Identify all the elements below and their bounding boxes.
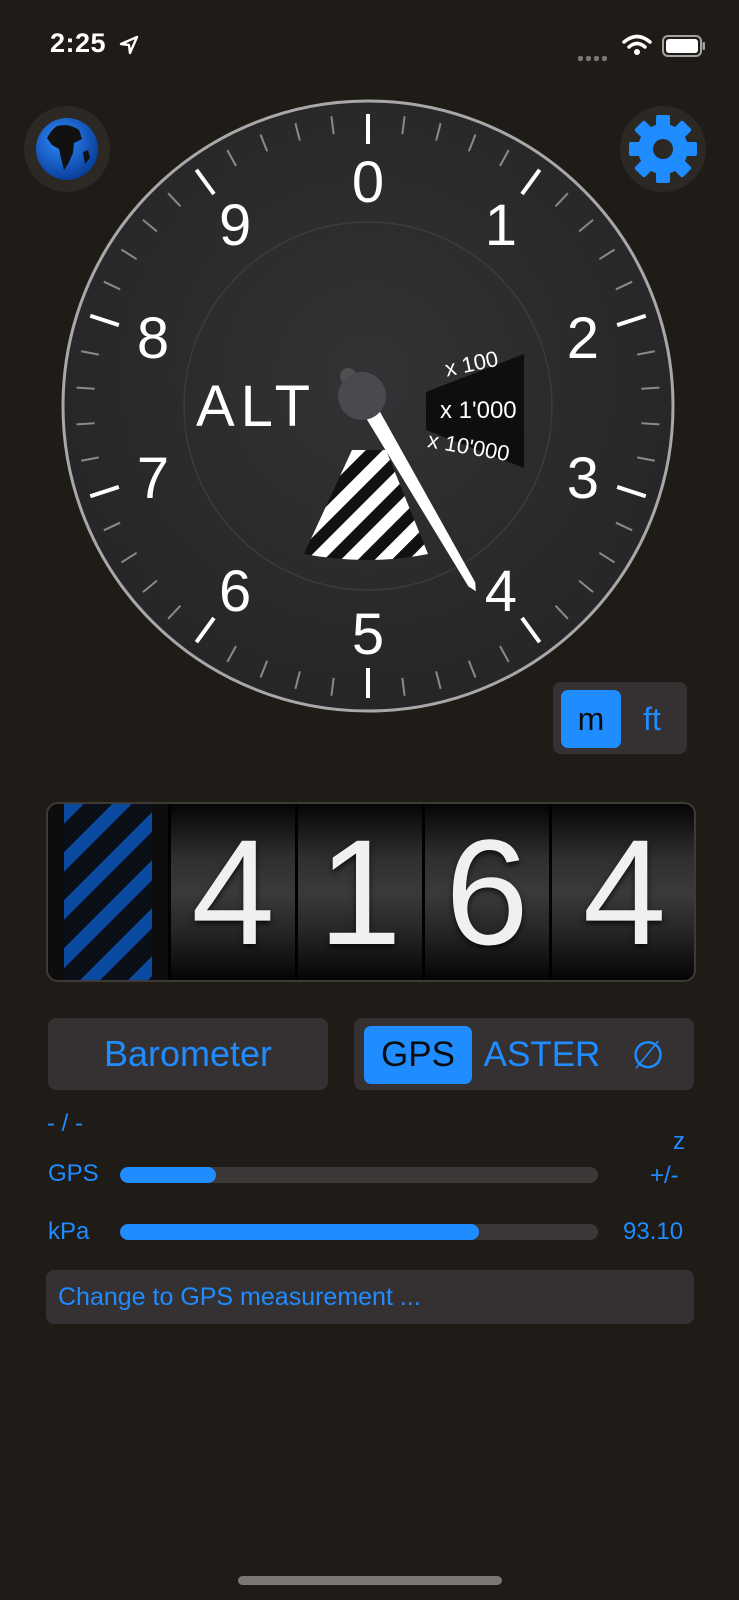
altitude-odometer: 4 1 6 4 bbox=[46, 802, 696, 982]
home-indicator[interactable] bbox=[238, 1576, 502, 1585]
multiplier-1000: x 1'000 bbox=[440, 397, 517, 424]
battery-icon bbox=[662, 35, 705, 57]
digit-ones: 4 bbox=[549, 804, 694, 980]
source-segmented-control: GPS ASTER ∅ bbox=[354, 1018, 694, 1090]
status-time: 2:25 bbox=[50, 28, 107, 58]
location-arrow-icon bbox=[119, 35, 139, 55]
status-message[interactable]: Change to GPS measurement ... bbox=[46, 1270, 694, 1324]
dial-number-8: 8 bbox=[137, 306, 169, 371]
gps-accuracy-bar bbox=[120, 1167, 598, 1183]
kpa-label: kPa bbox=[48, 1218, 90, 1245]
source-gps-button[interactable]: GPS bbox=[364, 1026, 472, 1084]
gps-label: GPS bbox=[48, 1160, 99, 1187]
digit-thousands: 4 bbox=[168, 804, 295, 980]
dial-number-4: 4 bbox=[485, 559, 517, 624]
dial-number-2: 2 bbox=[567, 306, 599, 371]
unit-feet-button[interactable]: ft bbox=[625, 690, 679, 748]
gauge-label: ALT bbox=[196, 374, 316, 439]
coordinates-label: - / - bbox=[47, 1110, 83, 1137]
wifi-icon bbox=[622, 34, 652, 55]
dial-number-1: 1 bbox=[485, 193, 517, 258]
source-aster-button[interactable]: ASTER bbox=[480, 1026, 604, 1084]
pressure-fill bbox=[120, 1224, 479, 1240]
unit-meters-button[interactable]: m bbox=[561, 690, 621, 748]
altimeter-gauge: x 100 x 1'000 x 10'000 ALT 0123456789 bbox=[61, 99, 675, 713]
dial-number-7: 7 bbox=[137, 446, 169, 511]
unit-toggle: m ft bbox=[553, 682, 687, 754]
dial-number-3: 3 bbox=[567, 446, 599, 511]
pressure-bar bbox=[120, 1224, 598, 1240]
dial-number-0: 0 bbox=[352, 150, 384, 215]
needle-hub bbox=[338, 372, 386, 420]
source-none-button[interactable]: ∅ bbox=[616, 1026, 680, 1084]
gps-accuracy-label: +/- bbox=[650, 1162, 679, 1189]
z-label: z bbox=[673, 1128, 685, 1155]
dial-number-5: 5 bbox=[352, 602, 384, 667]
barometer-button[interactable]: Barometer bbox=[48, 1018, 328, 1090]
odometer-stripes bbox=[64, 804, 152, 980]
pressure-value: 93.10 bbox=[623, 1218, 684, 1245]
digit-hundreds: 1 bbox=[295, 804, 422, 980]
digit-tens: 6 bbox=[422, 804, 549, 980]
cellular-signal-icon bbox=[578, 48, 610, 66]
dial-number-6: 6 bbox=[219, 559, 251, 624]
gps-accuracy-fill bbox=[120, 1167, 216, 1183]
dial-number-9: 9 bbox=[219, 193, 251, 258]
